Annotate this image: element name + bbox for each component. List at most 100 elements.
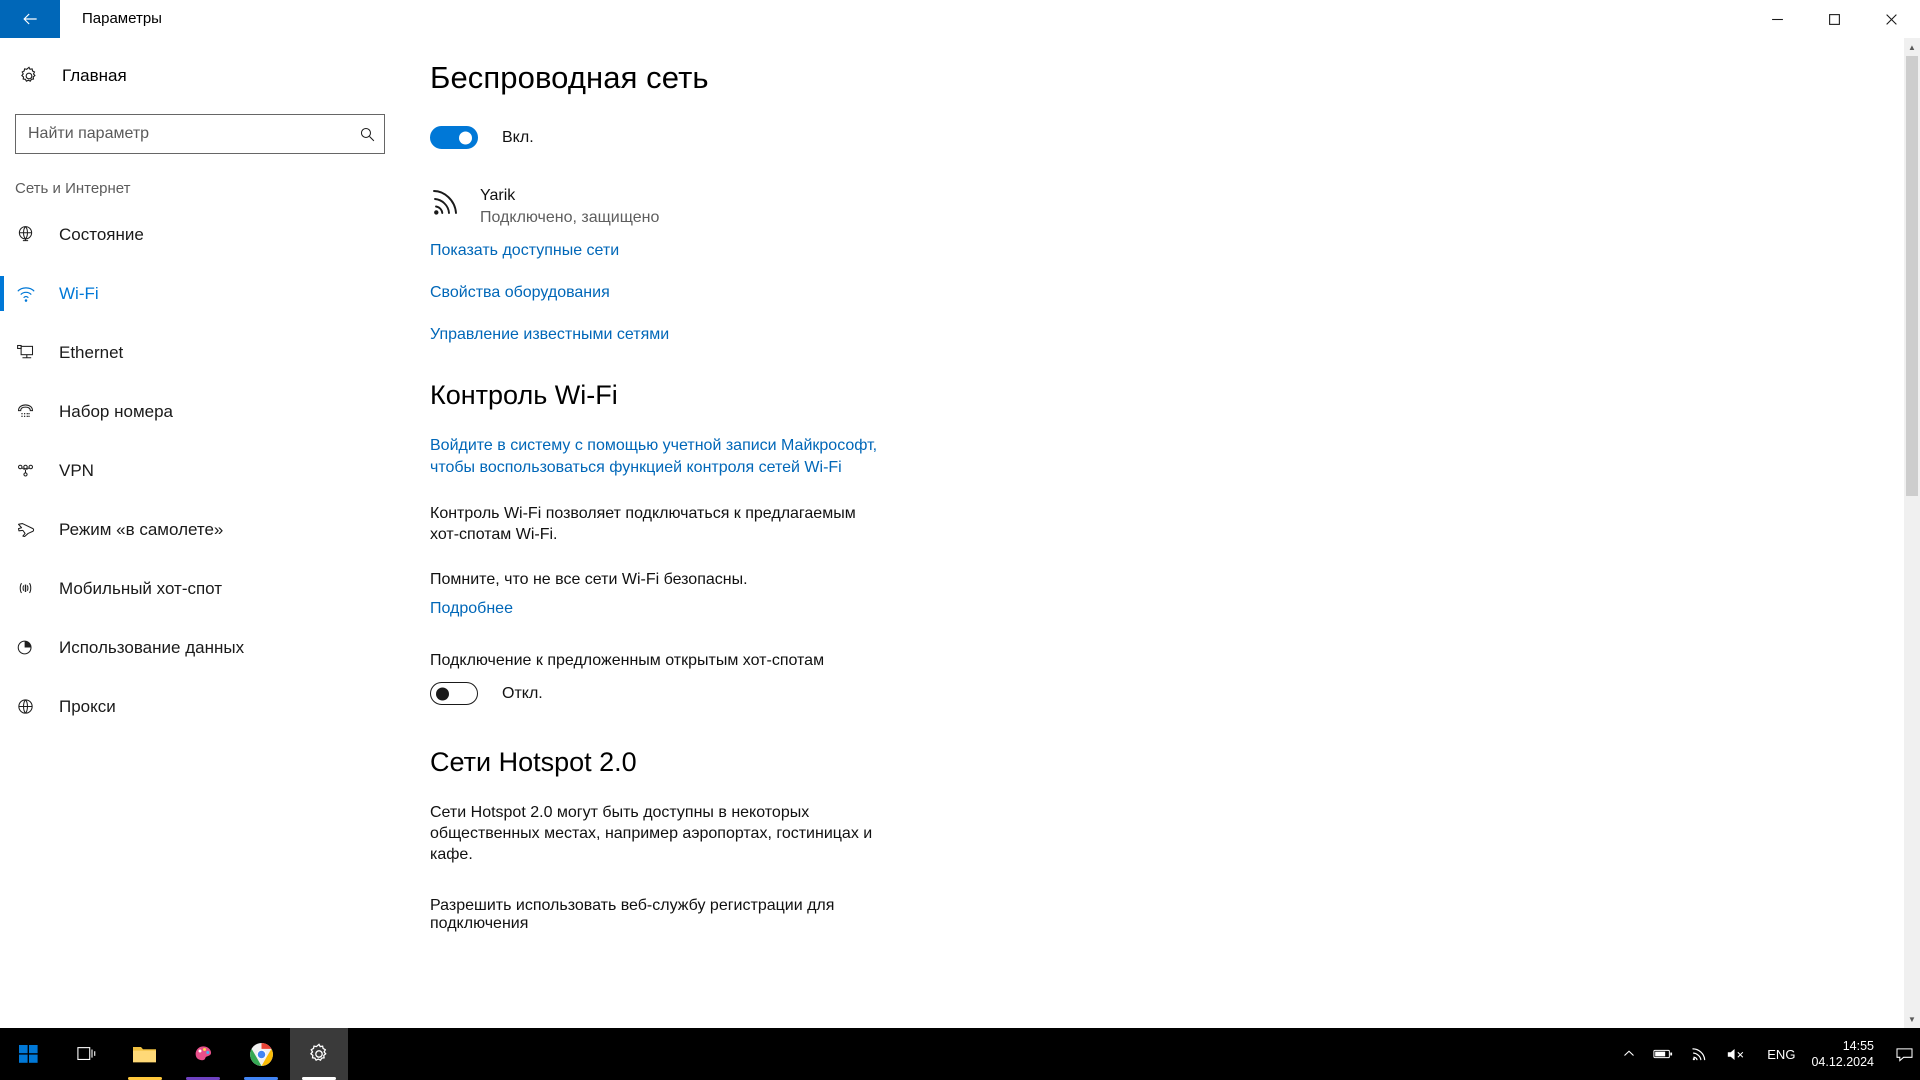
scroll-up-arrow[interactable]: ▲ <box>1904 38 1920 56</box>
close-icon <box>1886 13 1897 25</box>
clock[interactable]: 14:55 04.12.2024 <box>1807 1028 1888 1080</box>
volume-muted-icon[interactable] <box>1717 1028 1755 1080</box>
sidebar-item-label: Использование данных <box>59 637 245 657</box>
sidebar-home-label: Главная <box>62 66 127 85</box>
hotspot-toggle-label: Откл. <box>502 684 543 702</box>
notification-center-button[interactable] <box>1888 1028 1920 1080</box>
main-content: Беспроводная сеть Вкл. Yarik Подключено,… <box>400 38 1900 1028</box>
network-texts: Yarik Подключено, защищено <box>480 185 659 230</box>
hotspot20-para: Сети Hotspot 2.0 могут быть доступны в н… <box>430 804 873 863</box>
sidebar-item-proxy[interactable]: Прокси <box>0 677 400 736</box>
taskbar-app-chrome[interactable] <box>232 1028 290 1080</box>
windows-start-icon <box>19 1045 38 1063</box>
sidebar-item-airplane-mode[interactable]: Режим «в самолете» <box>0 500 400 559</box>
sidebar-item-ethernet[interactable]: Ethernet <box>0 323 400 382</box>
sidebar-item-status[interactable]: Состояние <box>0 205 400 264</box>
chevron-up-icon[interactable] <box>1614 1028 1644 1080</box>
maximize-button[interactable] <box>1806 0 1863 38</box>
monitor-icon <box>15 342 59 363</box>
sidebar-item-label: Ethernet <box>59 342 124 362</box>
sidebar-item-mobile-hotspot[interactable]: Мобильный хот-спот <box>0 559 400 618</box>
search-icon[interactable] <box>350 126 384 143</box>
sidebar-item-label: Мобильный хот-спот <box>59 578 223 598</box>
globe-icon <box>15 224 59 245</box>
back-arrow-icon <box>23 13 37 25</box>
search-input[interactable] <box>16 115 350 153</box>
network-status: Подключено, защищено <box>480 209 660 226</box>
battery-icon[interactable] <box>1644 1028 1682 1080</box>
connected-network: Yarik Подключено, защищено <box>430 185 1900 230</box>
phone-handset-icon <box>15 401 59 422</box>
sidebar-item-label: Wi-Fi <box>59 283 99 303</box>
paint-3d-icon <box>195 1046 212 1061</box>
pie-chart-icon <box>15 637 59 658</box>
language-indicator[interactable]: ENG <box>1755 1028 1807 1080</box>
wifi-toggle-row: Вкл. <box>430 126 1900 149</box>
link-show-available-networks[interactable]: Показать доступные сети <box>430 240 619 262</box>
notification-icon <box>1895 1047 1913 1062</box>
scroll-down-arrow[interactable]: ▼ <box>1904 1010 1920 1028</box>
vertical-scrollbar[interactable]: ▲ ▼ <box>1904 38 1920 1028</box>
wifi-icon <box>15 284 59 304</box>
close-button[interactable] <box>1863 0 1920 38</box>
taskbar-app-paint3d[interactable] <box>174 1028 232 1080</box>
window-title: Параметры <box>82 10 162 27</box>
sidebar-group-header: Сеть и Интернет <box>15 180 131 197</box>
search-box[interactable] <box>15 114 385 154</box>
taskbar-app-file-explorer[interactable] <box>116 1028 174 1080</box>
toggle-knob <box>459 131 472 144</box>
hotspot-setting-label: Подключение к предложенным открытым хот-… <box>430 652 825 669</box>
sidebar-item-data-usage[interactable]: Использование данных <box>0 618 400 677</box>
hotspot-toggle[interactable] <box>430 682 478 705</box>
sidebar: Главная Сеть и Интернет Состояние <box>0 38 400 1028</box>
minimize-icon <box>1772 18 1783 20</box>
wifi-tray-icon[interactable] <box>1682 1028 1717 1080</box>
file-explorer-icon <box>133 1047 156 1063</box>
network-name: Yarik <box>480 187 516 204</box>
wifi-signal-icon <box>430 185 476 223</box>
link-more-info[interactable]: Подробнее <box>430 598 513 620</box>
taskbar: ENG 14:55 04.12.2024 <box>0 1028 1920 1080</box>
settings-gear-icon <box>309 1043 327 1062</box>
start-button[interactable] <box>0 1028 58 1080</box>
sidebar-item-dialup[interactable]: Набор номера <box>0 382 400 441</box>
link-signin-microsoft-line1[interactable]: Войдите в систему с помощью учетной запи… <box>430 435 877 457</box>
maximize-icon <box>1829 13 1840 25</box>
gear-icon <box>18 65 58 87</box>
task-view-icon <box>77 1047 96 1060</box>
link-manage-known-networks[interactable]: Управление известными сетями <box>430 324 669 346</box>
window-controls <box>1749 0 1920 38</box>
link-manage-known-networks-row: Управление известными сетями <box>430 324 1900 346</box>
title-bar: Параметры <box>0 0 1920 38</box>
sidebar-item-label: Прокси <box>59 696 116 716</box>
sidebar-nav-list: Состояние Wi-Fi Ethernet Набор номера VP… <box>0 205 400 736</box>
link-hardware-properties-row: Свойства оборудования <box>430 282 1900 304</box>
toggle-knob <box>436 687 449 700</box>
hotspot-toggle-row: Откл. <box>430 682 1900 705</box>
wifi-control-heading: Контроль Wi-Fi <box>430 380 618 410</box>
wifi-control-para1: Контроль Wi-Fi позволяет подключаться к … <box>430 505 856 543</box>
wifi-control-para2: Помните, что не все сети Wi-Fi безопасны… <box>430 571 748 588</box>
sidebar-item-vpn[interactable]: VPN <box>0 441 400 500</box>
sidebar-item-label: Режим «в самолете» <box>59 519 224 539</box>
vpn-icon <box>15 460 59 481</box>
sidebar-item-home[interactable]: Главная <box>0 50 400 102</box>
link-hardware-properties[interactable]: Свойства оборудования <box>430 282 610 304</box>
task-view-button[interactable] <box>58 1028 116 1080</box>
link-signin-microsoft-line2[interactable]: чтобы воспользоваться функцией контроля … <box>430 457 842 479</box>
hotspot20-bottom-label: Разрешить использовать веб-службу регист… <box>430 897 835 932</box>
sidebar-item-wifi[interactable]: Wi-Fi <box>0 264 400 323</box>
wifi-toggle-label: Вкл. <box>502 128 534 146</box>
sidebar-item-label: Набор номера <box>59 401 173 421</box>
wifi-toggle[interactable] <box>430 126 478 149</box>
back-button[interactable] <box>0 0 60 38</box>
signin-link-block[interactable]: Войдите в систему с помощью учетной запи… <box>430 435 890 479</box>
taskbar-app-settings[interactable] <box>290 1028 348 1080</box>
link-show-available-networks-row: Показать доступные сети <box>430 240 1900 262</box>
google-chrome-icon <box>249 1042 273 1066</box>
minimize-button[interactable] <box>1749 0 1806 38</box>
airplane-icon <box>15 519 59 540</box>
hotspot20-heading: Сети Hotspot 2.0 <box>430 747 637 777</box>
scrollbar-thumb[interactable] <box>1906 56 1918 496</box>
page-title: Беспроводная сеть <box>430 60 709 95</box>
